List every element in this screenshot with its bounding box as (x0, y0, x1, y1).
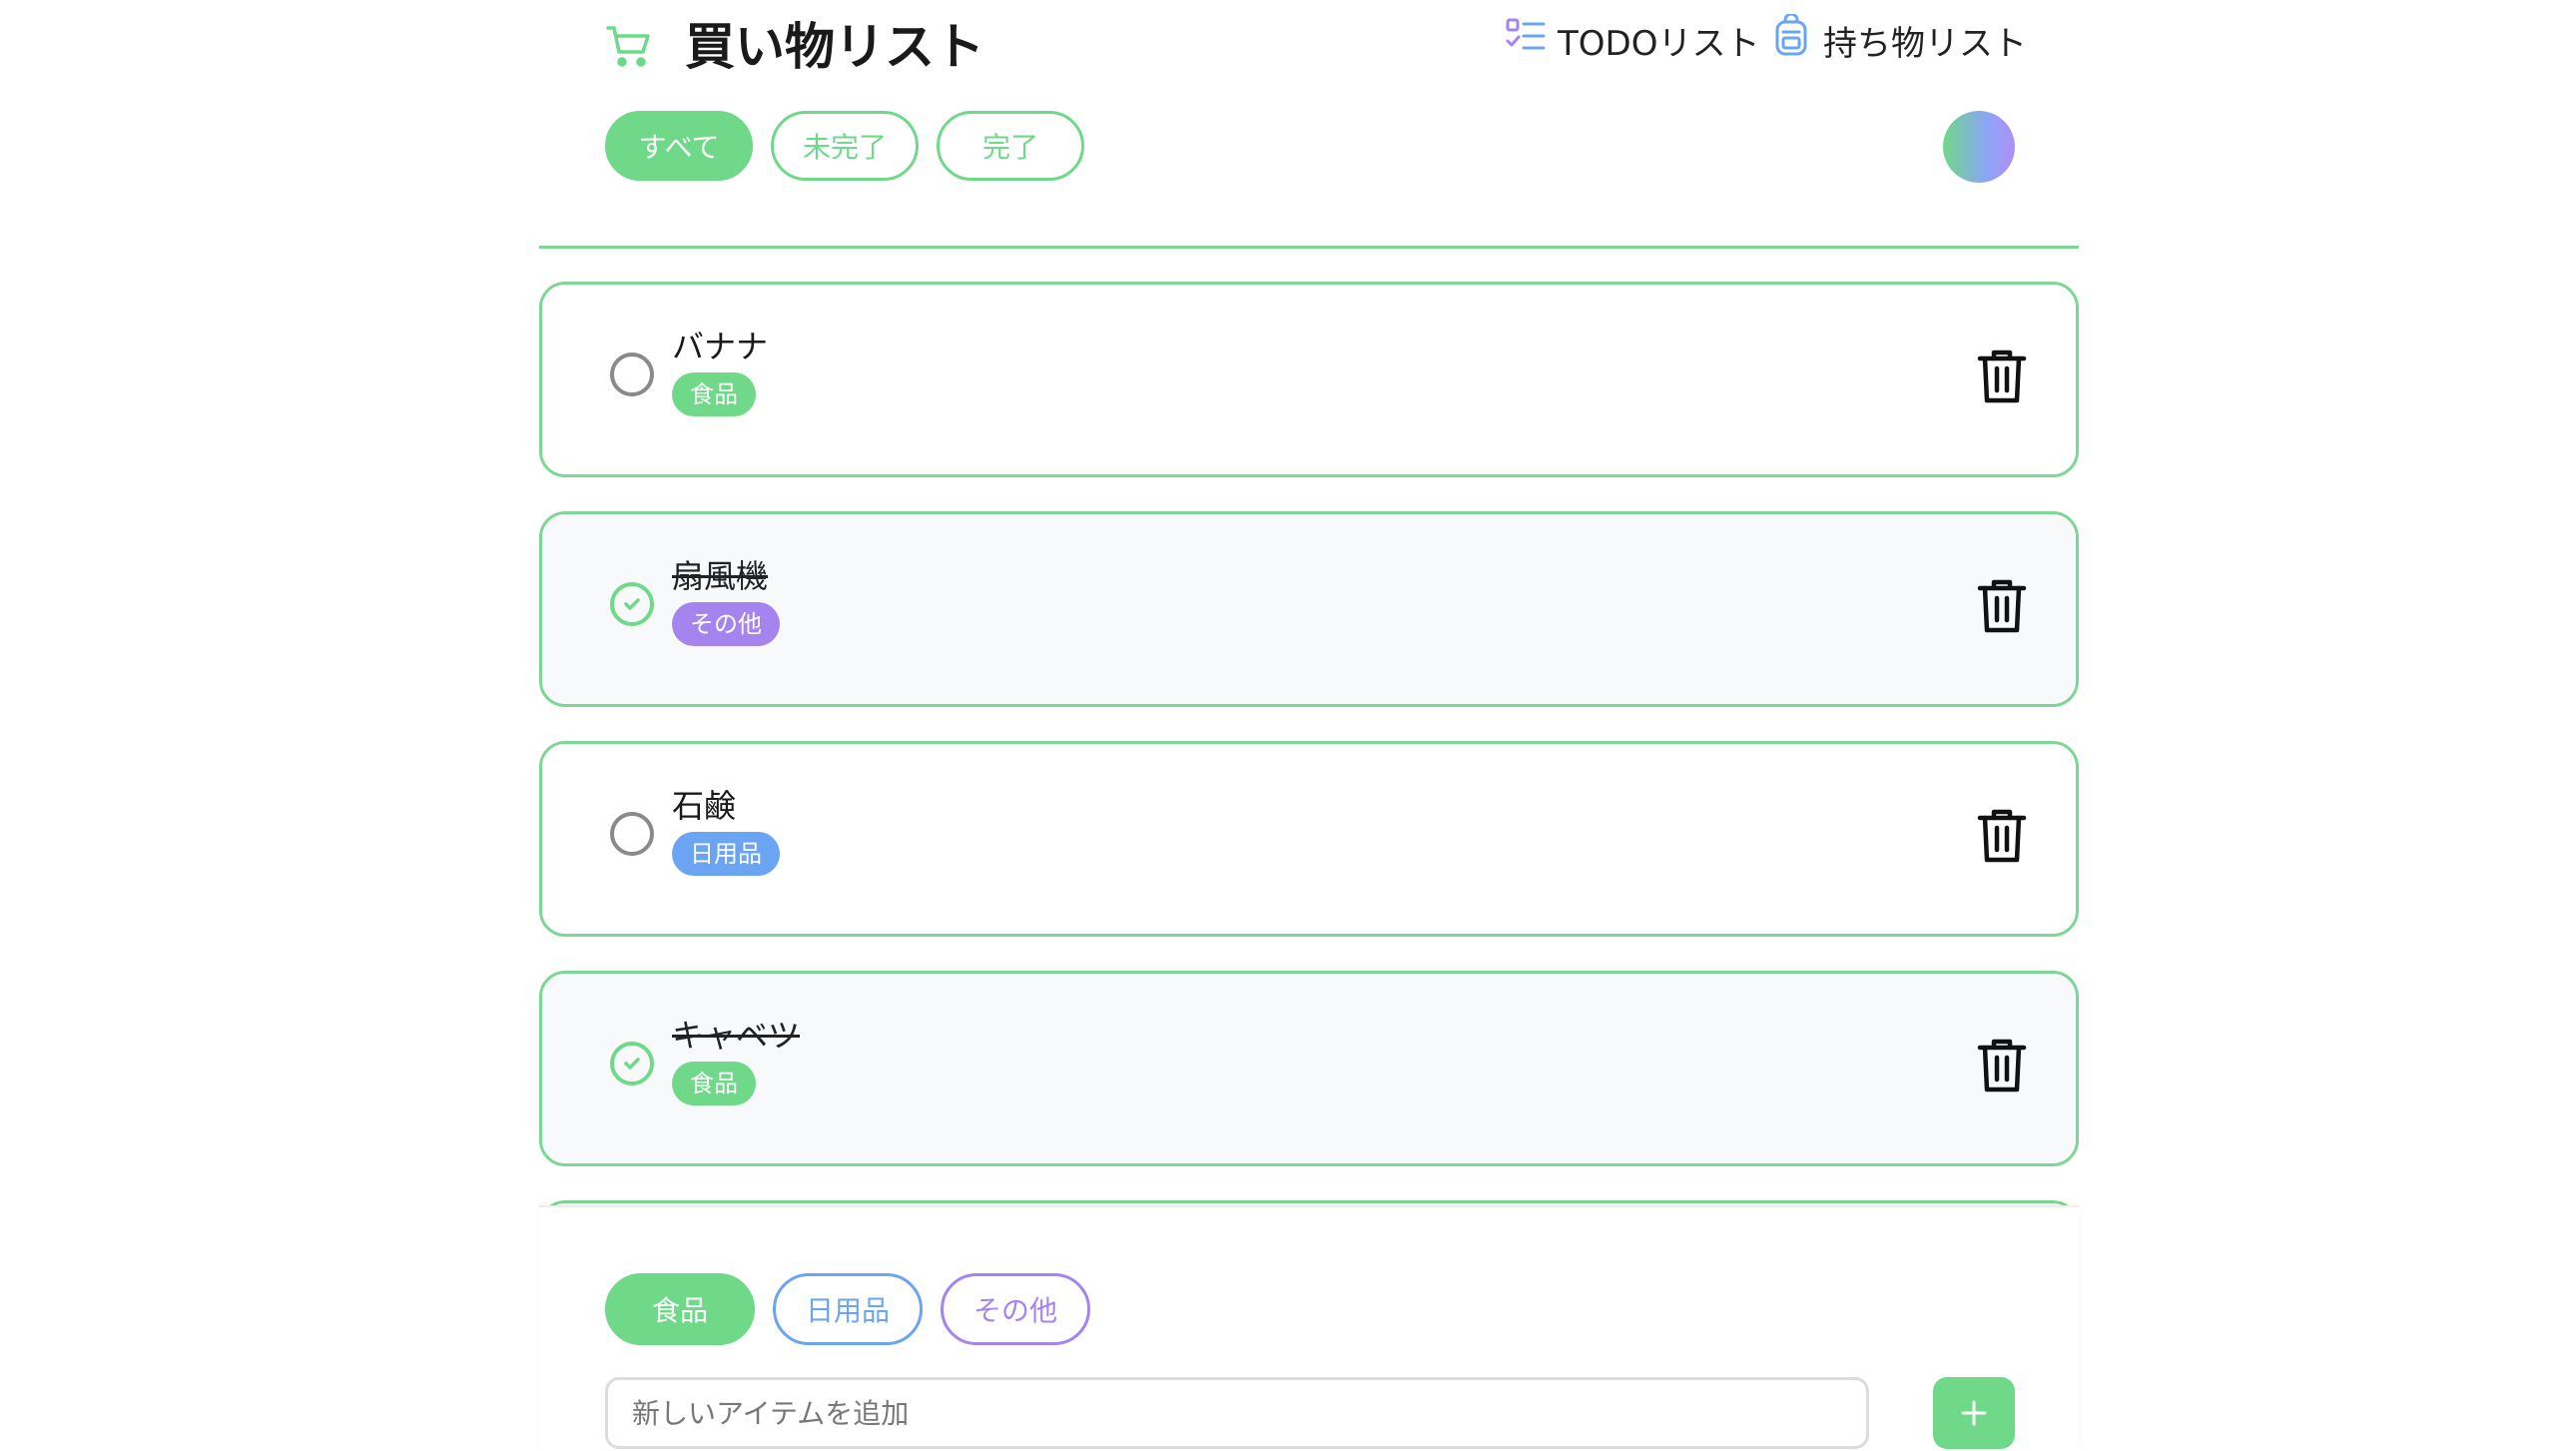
nav-todo-label: TODOリスト (1558, 23, 1760, 64)
list-item: 石鹸 日用品 (539, 741, 2079, 937)
nav-belongings-label: 持ち物リスト (1823, 23, 2027, 64)
category-other-button[interactable]: その他 (941, 1273, 1090, 1345)
delete-button[interactable] (1976, 808, 2028, 864)
item-name: 扇風機 (672, 557, 769, 595)
item-checkbox[interactable] (610, 582, 654, 626)
backpack-icon (1769, 12, 1813, 67)
nav-belongings-link[interactable]: 持ち物リスト (1769, 12, 2027, 67)
filter-all-button[interactable]: すべて (605, 111, 753, 181)
cart-icon (605, 22, 653, 70)
checklist-icon (1504, 14, 1548, 67)
item-name: 石鹸 (672, 787, 737, 825)
header-divider (539, 246, 2079, 249)
delete-button[interactable] (1976, 1038, 2028, 1093)
category-selector: 食品 日用品 その他 (605, 1273, 1090, 1345)
list-item: キャベツ 食品 (539, 971, 2079, 1166)
plus-icon (1961, 1400, 1987, 1426)
filter-group: すべて 未完了 完了 (605, 111, 1084, 181)
item-name: キャベツ (672, 1017, 801, 1055)
trash-icon (1977, 809, 2027, 863)
header: 買い物リスト TODOリスト 持ち物リスト すべて 未完了 完了 (539, 0, 2079, 250)
new-item-input[interactable] (605, 1377, 1869, 1449)
item-checkbox[interactable] (610, 1042, 654, 1086)
add-item-button[interactable] (1933, 1377, 2015, 1449)
list-item: バナナ 食品 (539, 282, 2079, 477)
item-category-tag: 食品 (672, 372, 756, 416)
list-item: 扇風機 その他 (539, 511, 2079, 707)
checkmark-icon (624, 1058, 640, 1070)
item-list[interactable]: バナナ 食品 扇風機 その他 石鹸 日用品 キャベツ 食品 (539, 282, 2079, 1205)
trash-icon (1977, 350, 2027, 403)
trash-icon (1977, 1039, 2027, 1092)
item-category-tag: 食品 (672, 1062, 756, 1105)
item-category-tag: その他 (672, 602, 780, 646)
filter-complete-button[interactable]: 完了 (937, 111, 1084, 181)
category-food-button[interactable]: 食品 (605, 1273, 755, 1345)
page-title: 買い物リスト (685, 18, 984, 76)
item-category-tag: 日用品 (672, 832, 780, 876)
add-item-panel: 食品 日用品 その他 (539, 1205, 2079, 1451)
item-name: バナナ (672, 328, 769, 365)
trash-icon (1977, 579, 2027, 633)
avatar[interactable] (1943, 111, 2015, 183)
nav-todo-link[interactable]: TODOリスト (1504, 16, 1759, 64)
checkmark-icon (624, 598, 640, 610)
filter-incomplete-button[interactable]: 未完了 (771, 111, 919, 181)
shopping-list-app: 買い物リスト TODOリスト 持ち物リスト すべて 未完了 完了 バナナ 食品 … (539, 0, 2079, 1451)
delete-button[interactable] (1976, 349, 2028, 404)
item-checkbox[interactable] (610, 353, 654, 396)
category-daily-goods-button[interactable]: 日用品 (773, 1273, 923, 1345)
item-checkbox[interactable] (610, 812, 654, 856)
delete-button[interactable] (1976, 578, 2028, 634)
